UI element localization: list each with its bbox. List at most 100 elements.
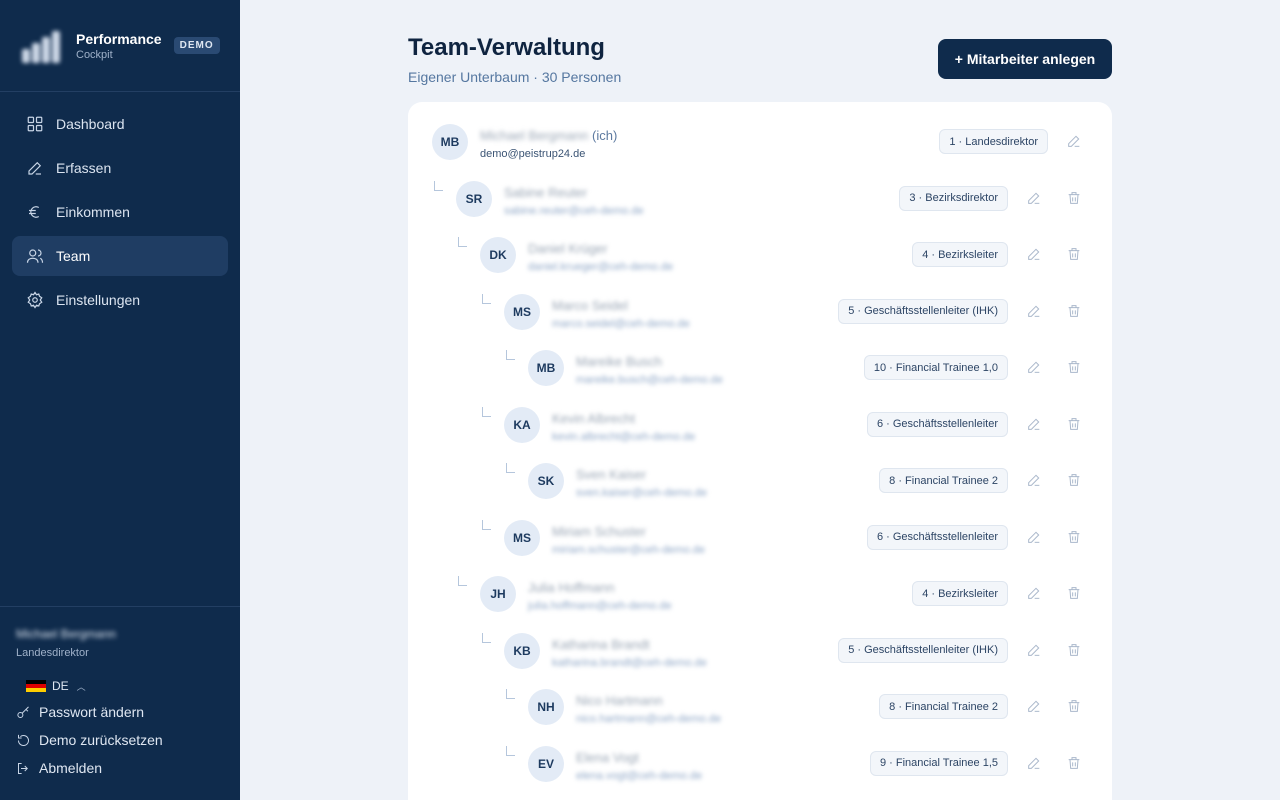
member-email: katharina.brandt@ceh-demo.de: [552, 656, 707, 669]
sidebar-item-label: Erfassen: [56, 160, 112, 176]
role-badge: 9 · Financial Trainee 1,5: [869, 750, 1008, 776]
member-name: Michael Bergmann (ich): [480, 128, 618, 143]
edit-icon[interactable]: [1026, 755, 1042, 771]
team-row: SR Sabine Reuter sabine.reuter@ceh-demo.de…: [408, 171, 1112, 227]
german-flag-icon: [26, 680, 46, 692]
team-row: MB Mareike Busch mareike.busch@ceh-demo.de…: [408, 340, 1112, 396]
edit-icon[interactable]: [1026, 472, 1042, 488]
member-email: sabine.reuter@ceh-demo.de: [504, 204, 644, 217]
footer-link-label: Abmelden: [39, 760, 103, 776]
trash-icon[interactable]: [1066, 416, 1082, 432]
team-row: KA Kevin Albrecht kevin.albrecht@ceh-demo.…: [408, 397, 1112, 453]
sidebar-footer: Michael Bergmann Landesdirektor DE ︿ Pas…: [0, 606, 240, 800]
tree-connector: [506, 350, 515, 360]
avatar: EV: [528, 745, 564, 782]
sidebar-item-erfassen[interactable]: Erfassen: [12, 148, 228, 188]
trash-icon[interactable]: [1066, 529, 1082, 545]
language-switcher[interactable]: DE ︿: [26, 679, 224, 693]
logo-icon: [16, 21, 66, 71]
member-name: Mareike Busch: [576, 354, 662, 369]
brand-subtitle: Cockpit: [76, 48, 113, 61]
role-badge: 6 · Geschäftsstellenleiter: [866, 524, 1008, 550]
edit-icon[interactable]: [1026, 190, 1042, 206]
add-employee-button[interactable]: + Mitarbeiter anlegen: [938, 39, 1112, 79]
edit-icon[interactable]: [1026, 303, 1042, 319]
sidebar-item-team[interactable]: Team: [12, 236, 228, 276]
role-badge: 5 · Geschäftsstellenleiter (IHK): [838, 298, 1008, 324]
role-badge: 4 · Bezirksleiter: [912, 581, 1008, 606]
reset-icon: [16, 733, 39, 748]
avatar: MB: [528, 350, 564, 386]
sidebar: Performance Cockpit DEMO Dashboard Erfass…: [0, 0, 240, 800]
edit-icon[interactable]: [1026, 642, 1042, 658]
trash-icon[interactable]: [1066, 472, 1082, 488]
avatar: DK: [480, 237, 516, 273]
edit-icon[interactable]: [1066, 133, 1082, 149]
avatar: MS: [504, 293, 540, 330]
self-tag: (ich): [592, 128, 618, 143]
team-row: EV Elena Vogt elena.vogt@ceh-demo.de 9 · Fi…: [408, 736, 1112, 792]
avatar: SR: [456, 180, 492, 217]
team-row: MS Marco Seidel marco.seidel@ceh-demo.de 5 …: [408, 284, 1112, 340]
member-name: Katharina Brandt: [552, 636, 650, 652]
trash-icon[interactable]: [1066, 642, 1082, 658]
trash-icon[interactable]: [1066, 246, 1082, 262]
user-name: Michael Bergmann: [16, 627, 117, 641]
trash-icon[interactable]: [1066, 755, 1082, 771]
role-badge: 10 · Financial Trainee 1,0: [863, 355, 1008, 380]
member-email: miriam.schuster@ceh-demo.de: [552, 543, 705, 556]
user-role: Landesdirektor: [16, 647, 89, 659]
team-row: NH Nico Hartmann nico.hartmann@ceh-demo.de…: [408, 679, 1112, 735]
edit-icon[interactable]: [1026, 359, 1042, 375]
tree-connector: [434, 180, 443, 191]
footer-link-label: Demo zurücksetzen: [39, 732, 163, 748]
trash-icon[interactable]: [1066, 585, 1082, 601]
trash-icon[interactable]: [1066, 303, 1082, 319]
role-badge: 3 · Bezirksdirektor: [899, 185, 1008, 211]
member-name: Marco Seidel: [552, 297, 628, 313]
member-name: Julia Hoffmann: [528, 580, 615, 595]
tree-connector: [482, 293, 491, 304]
edit-icon[interactable]: [1026, 585, 1042, 601]
language-code: DE: [52, 679, 69, 693]
sidebar-item-dashboard[interactable]: Dashboard: [12, 104, 228, 144]
member-email: kevin.albrecht@ceh-demo.de: [552, 430, 696, 443]
trash-icon[interactable]: [1066, 359, 1082, 375]
team-row: SK Sven Kaiser sven.kaiser@ceh-demo.de 8 · …: [408, 453, 1112, 509]
member-name: Sabine Reuter: [504, 184, 588, 200]
page-subtitle: Eigener Unterbaum · 30 Personen: [408, 69, 622, 85]
avatar: MS: [504, 519, 540, 556]
member-name: Sven Kaiser: [576, 467, 647, 482]
tree-connector: [482, 519, 491, 530]
trash-icon[interactable]: [1066, 698, 1082, 714]
edit-icon[interactable]: [1026, 416, 1042, 432]
role-badge: 6 · Geschäftsstellenleiter: [866, 411, 1008, 437]
team-row: MS Miriam Schuster miriam.schuster@ceh-dem…: [408, 510, 1112, 566]
change-password-link[interactable]: Passwort ändern: [16, 703, 224, 721]
member-email: mareike.busch@ceh-demo.de: [576, 374, 723, 386]
sidebar-item-einstellungen[interactable]: Einstellungen: [12, 280, 228, 320]
edit-icon[interactable]: [1026, 529, 1042, 545]
member-email: julia.hoffmann@ceh-demo.de: [528, 600, 672, 612]
pen-icon: [26, 159, 44, 177]
member-name: Miriam Schuster: [552, 523, 646, 539]
trash-icon[interactable]: [1066, 190, 1082, 206]
sidebar-item-label: Dashboard: [56, 116, 125, 132]
grid-icon: [26, 115, 44, 133]
euro-icon: [26, 203, 44, 221]
tree-connector: [482, 406, 491, 417]
sidebar-item-einkommen[interactable]: Einkommen: [12, 192, 228, 232]
member-name: Nico Hartmann: [576, 693, 663, 708]
edit-icon[interactable]: [1026, 698, 1042, 714]
gear-icon: [26, 291, 44, 309]
edit-icon[interactable]: [1026, 246, 1042, 262]
brand: Performance Cockpit DEMO: [0, 0, 240, 92]
member-email: demo@peistrup24.de: [480, 148, 586, 160]
member-email: sven.kaiser@ceh-demo.de: [576, 487, 708, 499]
reset-demo-link[interactable]: Demo zurücksetzen: [16, 731, 224, 749]
logout-link[interactable]: Abmelden: [16, 759, 224, 777]
member-email: marco.seidel@ceh-demo.de: [552, 317, 690, 330]
team-row: JH Julia Hoffmann julia.hoffmann@ceh-demo.…: [408, 566, 1112, 622]
avatar: KB: [504, 632, 540, 669]
tree-connector: [506, 689, 515, 699]
